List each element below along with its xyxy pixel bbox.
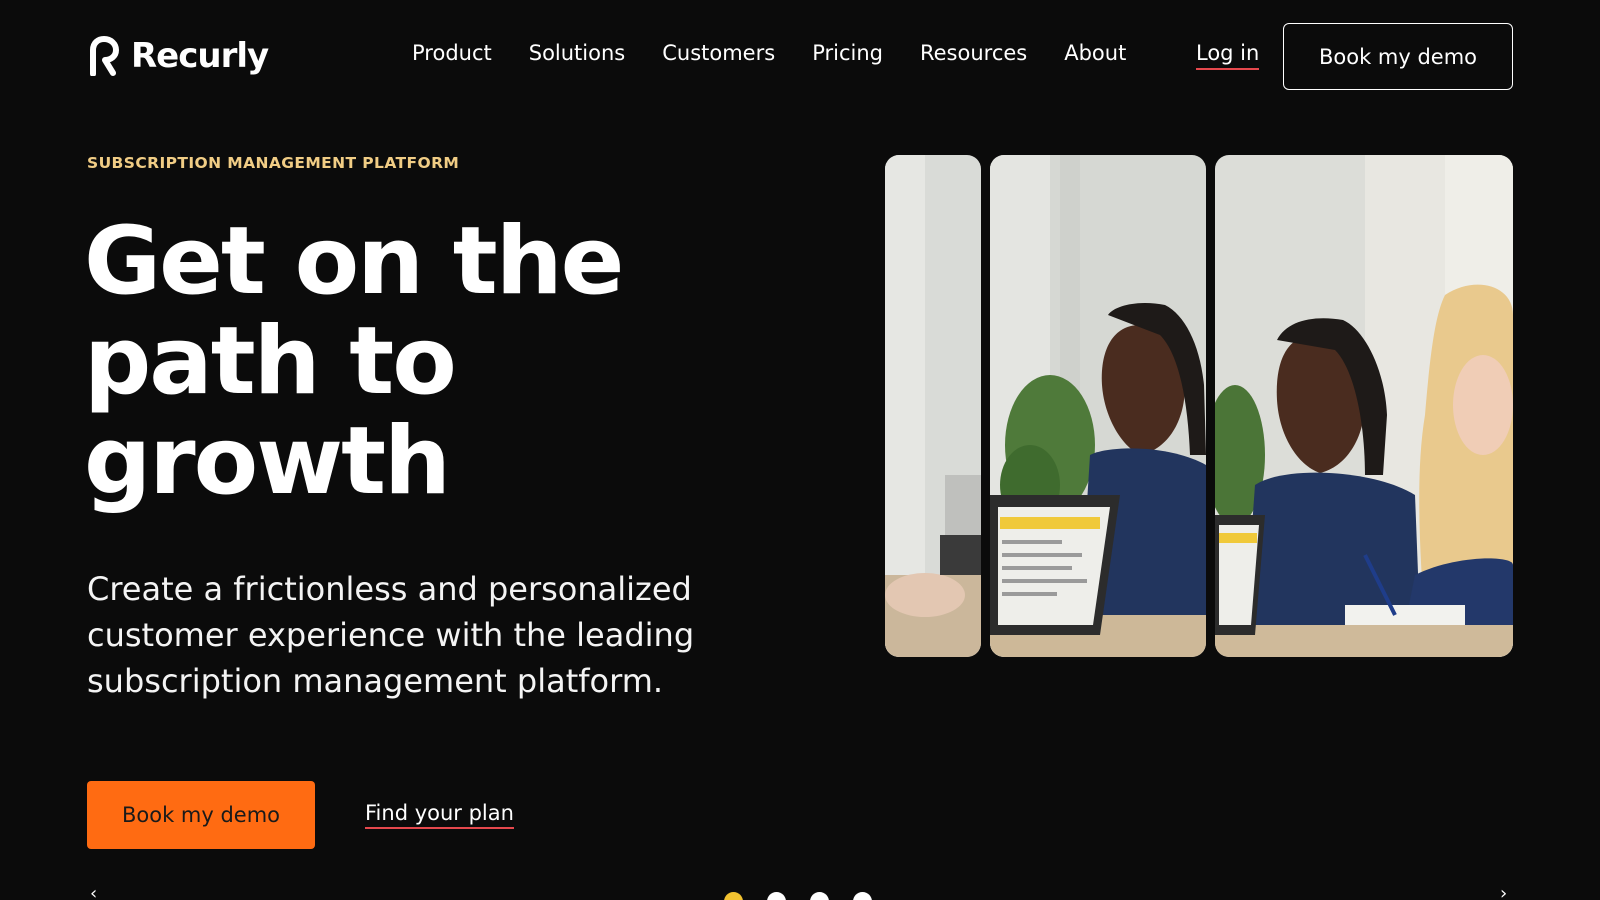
hero-photo-slice-1 <box>885 155 981 657</box>
hero-photo-slice-2 <box>990 155 1206 657</box>
nav-item-solutions[interactable]: Solutions <box>529 38 626 68</box>
hero-image-panel-2 <box>990 155 1206 657</box>
carousel-dots <box>724 892 872 900</box>
recurly-logo[interactable]: Recurly <box>87 34 269 78</box>
nav-item-customers[interactable]: Customers <box>662 38 775 68</box>
carousel-dot-4[interactable] <box>853 892 872 900</box>
nav-item-about[interactable]: About <box>1064 38 1126 68</box>
carousel-dot-3[interactable] <box>810 892 829 900</box>
hero-image-panel-3 <box>1215 155 1513 657</box>
headline-line-3: growth <box>84 407 451 516</box>
hero-subhead: Create a frictionless and personalized c… <box>87 570 695 700</box>
nav-item-pricing[interactable]: Pricing <box>812 38 883 68</box>
nav-item-product[interactable]: Product <box>412 38 492 68</box>
login-link[interactable]: Log in <box>1196 38 1260 70</box>
headline-line-2: path to <box>84 307 457 416</box>
recurly-r-mark-icon <box>90 36 119 76</box>
carousel-dot-1[interactable] <box>724 892 743 900</box>
hero-book-demo-button[interactable]: Book my demo <box>87 781 315 849</box>
main-nav: Product Solutions Customers Pricing Reso… <box>412 38 1163 68</box>
brand-name: Recurly <box>131 36 269 76</box>
site-header: Recurly Product Solutions Customers Pric… <box>0 0 1600 110</box>
header-book-demo-button[interactable]: Book my demo <box>1283 23 1513 90</box>
chevron-right-icon[interactable]: › <box>1500 885 1507 900</box>
headline-line-1: Get on the <box>84 207 624 316</box>
chevron-left-icon[interactable]: ‹ <box>90 885 97 900</box>
carousel-dot-2[interactable] <box>767 892 786 900</box>
hero-image-panel-1 <box>885 155 981 657</box>
hero-eyebrow: SUBSCRIPTION MANAGEMENT PLATFORM <box>87 154 460 172</box>
hero-headline: Get on the path to growth <box>84 212 784 512</box>
hero-photo-slice-3 <box>1215 155 1513 657</box>
nav-item-resources[interactable]: Resources <box>920 38 1027 68</box>
find-plan-link[interactable]: Find your plan <box>365 799 514 829</box>
